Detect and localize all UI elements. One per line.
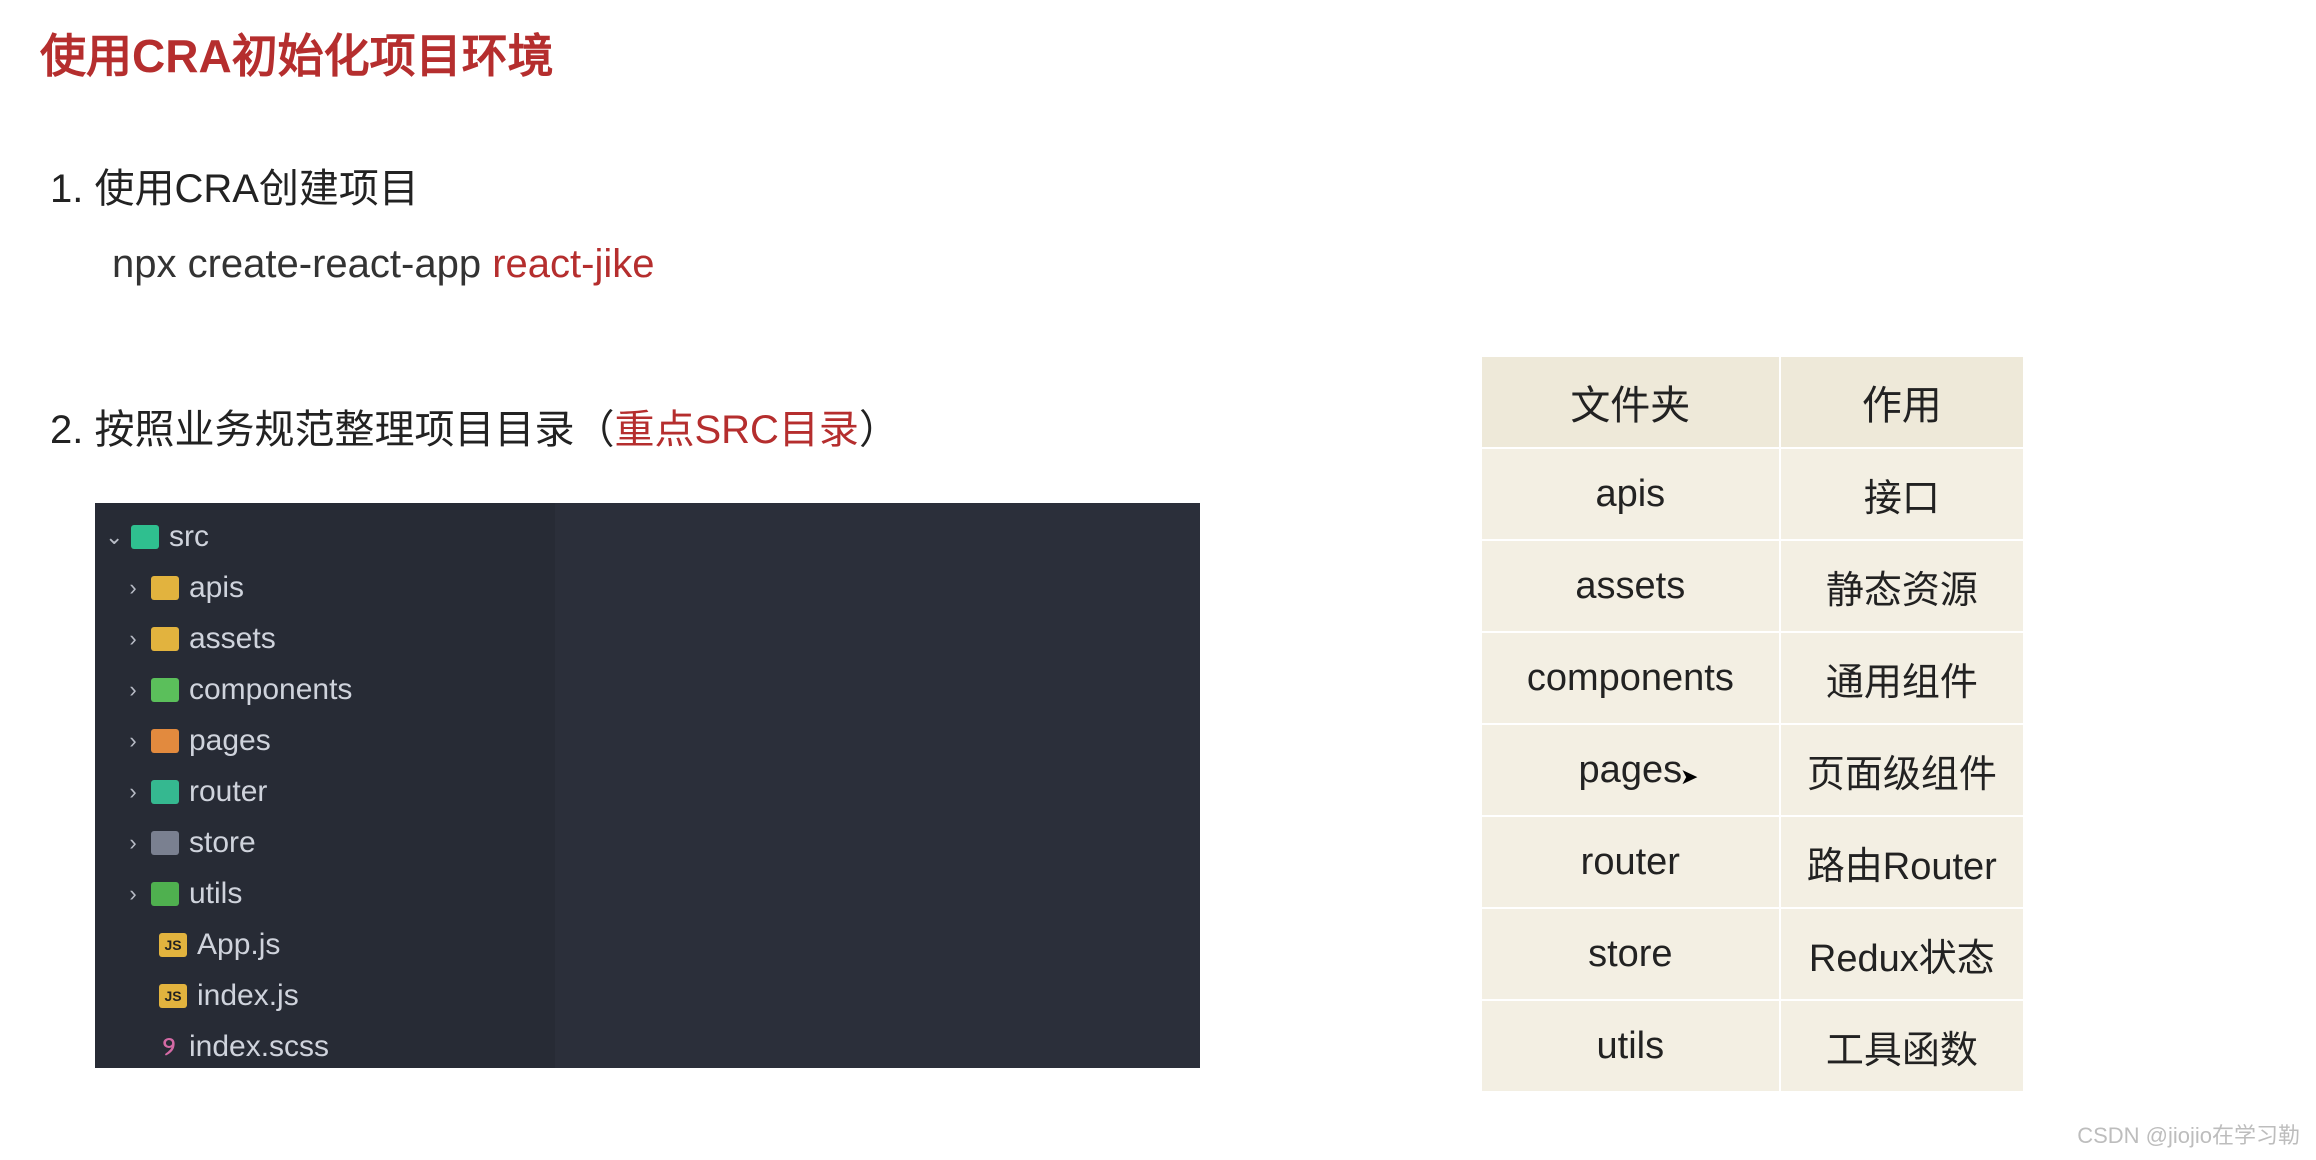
js-file-icon: JS [159, 984, 187, 1008]
table-cell-use: 页面级组件 [1780, 724, 2024, 816]
table-row: assets 静态资源 [1481, 540, 2024, 632]
table-cell-use: 工具函数 [1780, 1000, 2024, 1092]
section2-heading: 2. 按照业务规范整理项目目录（重点SRC目录） [50, 397, 1200, 455]
folder-icon [151, 678, 179, 702]
chevron-right-icon: › [125, 779, 141, 805]
scss-file-icon: ୨ [159, 1035, 179, 1059]
tree-item-label: router [189, 775, 267, 809]
folder-icon [151, 780, 179, 804]
tree-item[interactable]: › apis [95, 562, 555, 613]
tree-item-label: index.scss [189, 1030, 329, 1064]
tree-item[interactable]: › router [95, 766, 555, 817]
section2-suffix: ） [859, 408, 899, 452]
table-row: utils 工具函数 [1481, 1000, 2024, 1092]
chevron-down-icon: ⌄ [105, 524, 121, 550]
tree-item-label: components [189, 673, 352, 707]
chevron-right-icon: › [125, 830, 141, 856]
table-row: apis 接口 [1481, 448, 2024, 540]
tree-item-label: store [189, 826, 256, 860]
watermark: CSDN @jiojio在学习勒 [2077, 1118, 2300, 1150]
table-cell-folder: pages [1481, 724, 1780, 816]
chevron-right-icon: › [125, 575, 141, 601]
folder-icon [151, 576, 179, 600]
page-title: 使用CRA初始化项目环境 [40, 20, 2276, 86]
tree-item-label: assets [189, 622, 276, 656]
table-cell-folder: utils [1481, 1000, 1780, 1092]
tree-item[interactable]: ୨ index.scss [95, 1021, 555, 1072]
tree-root-label: src [169, 520, 209, 554]
table-cell-folder: assets [1481, 540, 1780, 632]
table-row: pages 页面级组件 [1481, 724, 2024, 816]
tree-item-label: index.js [197, 979, 299, 1013]
tree-item[interactable]: JS App.js [95, 919, 555, 970]
tree-item[interactable]: › store [95, 817, 555, 868]
command-line: npx create-react-app react-jike [112, 242, 2276, 287]
folder-icon [151, 831, 179, 855]
section2-highlight: 重点SRC目录 [614, 408, 858, 452]
table-header-row: 文件夹 作用 [1481, 356, 2024, 448]
tree-item[interactable]: JS index.js [95, 970, 555, 1021]
editor-area [555, 503, 1200, 1068]
chevron-right-icon: › [125, 677, 141, 703]
command-prefix: npx create-react-app [112, 242, 492, 286]
file-tree: ⌄ src › apis › assets › componen [95, 503, 1200, 1068]
table-header-folder: 文件夹 [1481, 356, 1780, 448]
tree-item-label: apis [189, 571, 244, 605]
table-cell-folder: store [1481, 908, 1780, 1000]
tree-item[interactable]: › components [95, 664, 555, 715]
table-header-use: 作用 [1780, 356, 2024, 448]
chevron-right-icon: › [125, 728, 141, 754]
table-row: router 路由Router [1481, 816, 2024, 908]
folder-icon [131, 525, 159, 549]
js-file-icon: JS [159, 933, 187, 957]
folder-icon [151, 882, 179, 906]
table-cell-folder: router [1481, 816, 1780, 908]
tree-item[interactable]: › assets [95, 613, 555, 664]
table-cell-folder: components [1481, 632, 1780, 724]
chevron-right-icon: › [125, 626, 141, 652]
tree-item[interactable]: › pages [95, 715, 555, 766]
folder-icon [151, 729, 179, 753]
command-highlight: react-jike [492, 242, 654, 286]
table-cell-use: Redux状态 [1780, 908, 2024, 1000]
folder-icon [151, 627, 179, 651]
tree-root-row[interactable]: ⌄ src [95, 511, 555, 562]
tree-panel[interactable]: ⌄ src › apis › assets › componen [95, 503, 555, 1068]
tree-item-label: pages [189, 724, 271, 758]
table-row: components 通用组件 [1481, 632, 2024, 724]
table-cell-use: 接口 [1780, 448, 2024, 540]
table-cell-use: 路由Router [1780, 816, 2024, 908]
table-row: store Redux状态 [1481, 908, 2024, 1000]
tree-item-label: App.js [197, 928, 280, 962]
section1-heading: 1. 使用CRA创建项目 [50, 156, 2276, 214]
tree-item-label: utils [189, 877, 242, 911]
tree-item[interactable]: › utils [95, 868, 555, 919]
chevron-right-icon: › [125, 881, 141, 907]
section2-prefix: 2. 按照业务规范整理项目目录（ [50, 408, 614, 452]
description-table: 文件夹 作用 apis 接口 assets 静态资源 components 通用… [1480, 355, 2025, 1093]
table-cell-use: 静态资源 [1780, 540, 2024, 632]
table-cell-folder: apis [1481, 448, 1780, 540]
table-cell-use: 通用组件 [1780, 632, 2024, 724]
